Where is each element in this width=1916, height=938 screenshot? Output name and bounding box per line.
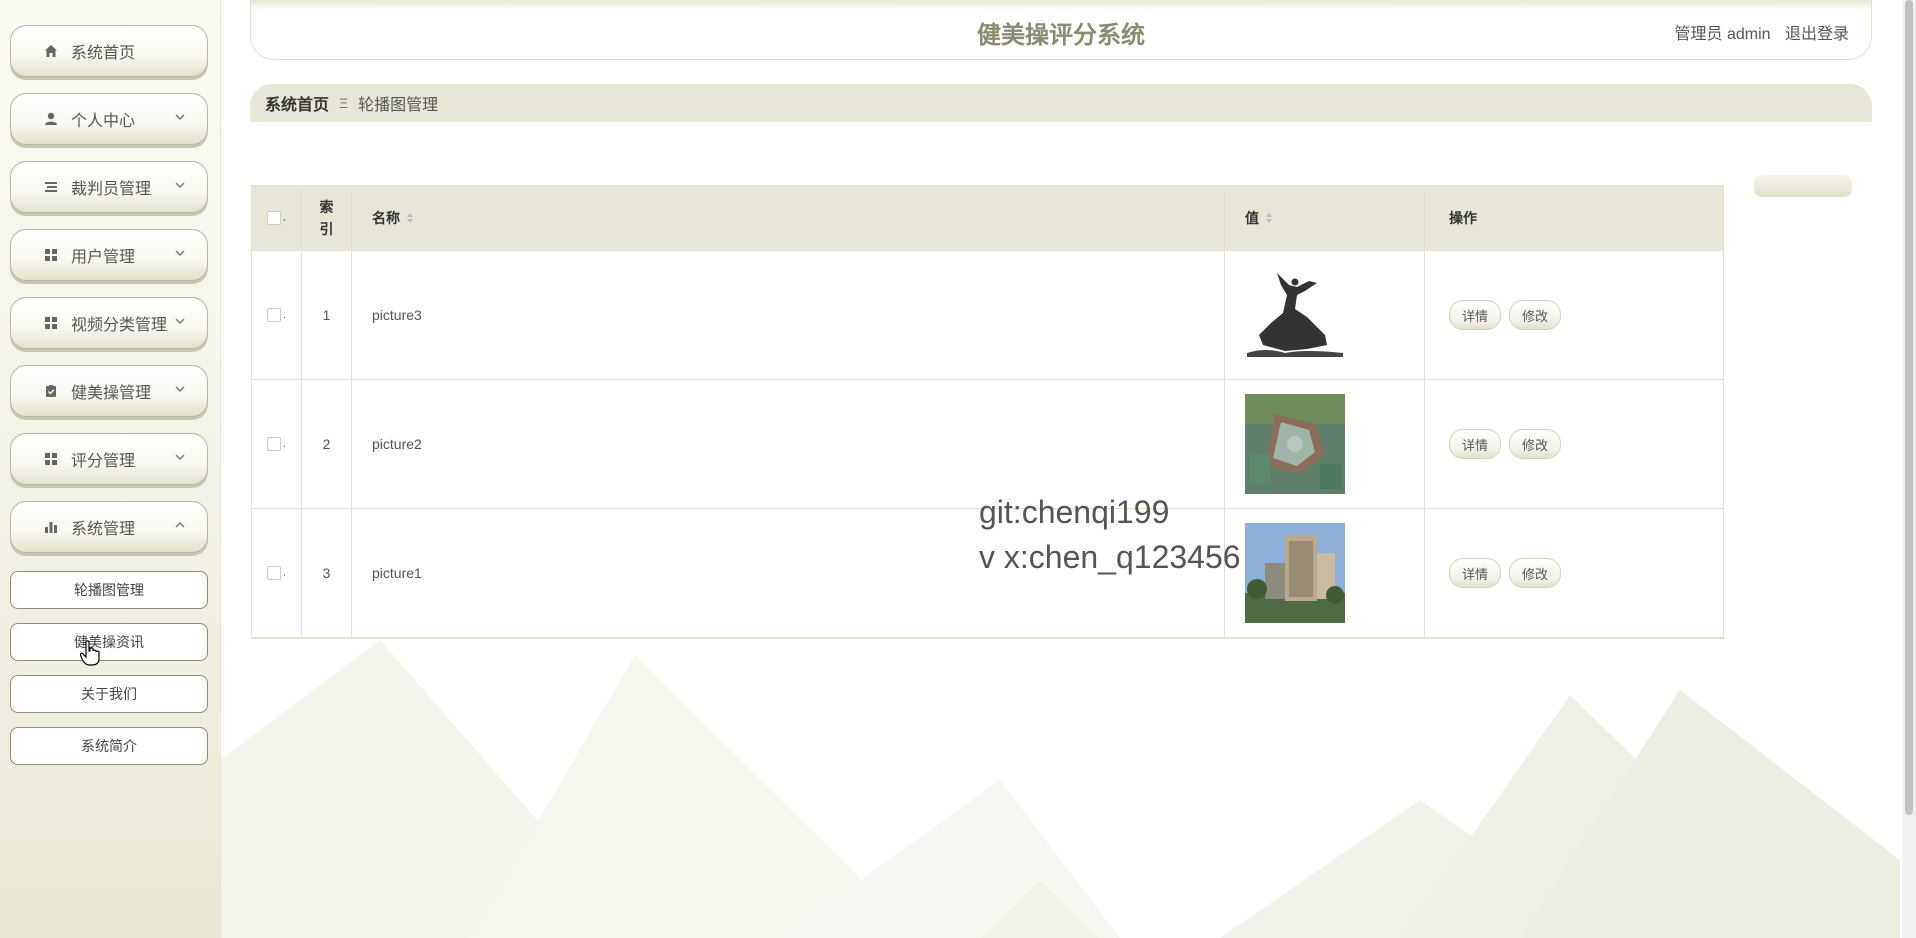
user-icon (43, 111, 59, 127)
bar-chart-icon (43, 519, 59, 535)
sidebar-item-label: 用户管理 (71, 249, 136, 266)
page-scrollbar[interactable] (1902, 0, 1916, 938)
watermark-line: v x:chen_q123456 (979, 539, 1241, 575)
admin-label: 管理员 admin (1674, 26, 1771, 43)
logout-link[interactable]: 退出登录 (1785, 26, 1849, 43)
user-area: 管理员 admin 退出登录 (1665, 20, 1850, 44)
table-header-row: . 索引 名称 值 操作 (252, 186, 1723, 251)
sidebar: 系统首页 个人中心 裁判员管理 用户管理 视频分类管理 健美操管理 评分管理 系… (0, 0, 221, 938)
sort-icon (1266, 213, 1272, 223)
column-header-name: 名称 (372, 210, 400, 226)
home-icon (43, 43, 59, 59)
sidebar-item-label: 评分管理 (71, 453, 136, 470)
sidebar-item-label: 系统管理 (71, 521, 136, 538)
sidebar-sub-about[interactable]: 关于我们 (10, 675, 208, 713)
sidebar-item-label: 健美操管理 (71, 385, 152, 402)
breadcrumb-current: 轮播图管理 (358, 97, 439, 114)
sidebar-item-label: 系统首页 (71, 45, 136, 62)
detail-button[interactable]: 详情 (1449, 558, 1502, 588)
sidebar-sub-carousel[interactable]: 轮播图管理 (10, 571, 208, 609)
sidebar-item-home[interactable]: 系统首页 (10, 25, 208, 77)
toolbar-button[interactable] (1754, 175, 1852, 197)
chevron-down-icon (175, 386, 185, 393)
campus-aerial-image (1245, 394, 1345, 494)
clipboard-check-icon (43, 383, 59, 399)
table-row: . 1 picture3 详情 修改 (252, 251, 1723, 380)
column-header-index: 索引 (302, 186, 352, 250)
chevron-down-icon (175, 250, 185, 257)
row-index: 3 (302, 509, 352, 637)
row-index: 2 (302, 380, 352, 508)
sidebar-item-video-categories[interactable]: 视频分类管理 (10, 297, 208, 349)
sort-icon (407, 213, 413, 223)
edit-button[interactable]: 修改 (1509, 558, 1562, 588)
list-icon (43, 179, 59, 195)
column-header-value: 值 (1245, 210, 1259, 226)
chevron-down-icon (175, 454, 185, 461)
row-checkbox[interactable] (267, 437, 282, 451)
grid-icon (43, 315, 59, 331)
sidebar-item-aerobics[interactable]: 健美操管理 (10, 365, 208, 417)
sidebar-item-profile[interactable]: 个人中心 (10, 93, 208, 145)
select-all-checkbox[interactable] (267, 211, 282, 225)
scrollbar-thumb[interactable] (1905, 0, 1913, 815)
edit-button[interactable]: 修改 (1509, 429, 1562, 459)
breadcrumb-separator: Ξ (339, 95, 349, 111)
sidebar-item-label: 个人中心 (71, 113, 136, 130)
row-name: picture2 (352, 380, 1225, 508)
row-checkbox[interactable] (267, 308, 282, 322)
detail-button[interactable]: 详情 (1449, 429, 1502, 459)
row-name: picture3 (352, 251, 1225, 379)
watermark-text: git:chenqi199 v x:chen_q123456 (979, 490, 1241, 580)
sidebar-sub-news[interactable]: 健美操资讯 (10, 623, 208, 661)
building-image (1245, 523, 1345, 623)
chevron-up-icon (175, 521, 185, 528)
site-title: 健美操评分系统 (977, 22, 1145, 49)
background-mountains (220, 640, 1900, 938)
breadcrumb: 系统首页 Ξ 轮播图管理 (250, 84, 1872, 122)
hand-cursor-icon (80, 640, 100, 666)
row-index: 1 (302, 251, 352, 379)
grid-icon (43, 451, 59, 467)
sidebar-item-system[interactable]: 系统管理 (10, 501, 208, 553)
row-checkbox[interactable] (267, 566, 282, 580)
sidebar-item-label: 视频分类管理 (71, 317, 168, 334)
grid-icon (43, 247, 59, 263)
sidebar-item-users[interactable]: 用户管理 (10, 229, 208, 281)
chevron-down-icon (175, 114, 185, 121)
chevron-down-icon (175, 318, 185, 325)
sidebar-item-judges[interactable]: 裁判员管理 (10, 161, 208, 213)
dancer-image (1245, 265, 1345, 365)
edit-button[interactable]: 修改 (1509, 300, 1562, 330)
column-header-ops: 操作 (1449, 210, 1477, 226)
detail-button[interactable]: 详情 (1449, 300, 1502, 330)
breadcrumb-home-link[interactable]: 系统首页 (265, 91, 329, 115)
sidebar-item-label: 裁判员管理 (71, 181, 152, 198)
watermark-line: git:chenqi199 (979, 494, 1170, 530)
chevron-down-icon (175, 182, 185, 189)
sidebar-item-scores[interactable]: 评分管理 (10, 433, 208, 485)
sidebar-sub-intro[interactable]: 系统简介 (10, 727, 208, 765)
top-header: 健美操评分系统 管理员 admin 退出登录 (250, 0, 1872, 60)
